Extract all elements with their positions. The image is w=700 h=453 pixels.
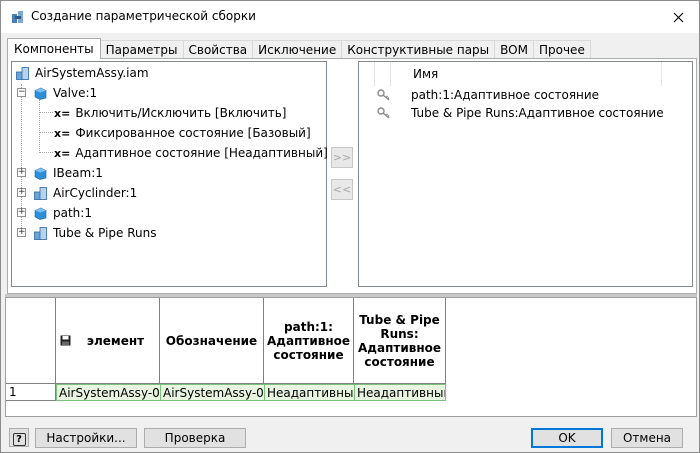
grid-cell-designation[interactable]: AirSystemAssy-01 [160, 384, 265, 401]
tree-item-aircyclinder[interactable]: AirCyclinder:1 [34, 184, 137, 202]
tab-components[interactable]: Компоненты [7, 38, 101, 59]
key-icon [377, 89, 390, 101]
parameter-icon: x= [54, 106, 71, 120]
tree-item-path[interactable]: path:1 [34, 204, 92, 222]
column-header-designation[interactable]: Обозначение [160, 298, 264, 384]
settings-button[interactable]: Настройки... [35, 428, 137, 448]
tree-item-label: Tube & Pipe Runs [53, 226, 157, 240]
expand-icon[interactable]: + [17, 228, 26, 237]
tab-parameters[interactable]: Параметры [99, 40, 184, 59]
list-header: Имя [359, 62, 692, 86]
tab-bom[interactable]: BOM [494, 40, 534, 59]
expand-icon[interactable]: + [17, 208, 26, 217]
assembly-icon [12, 11, 23, 23]
list-item-label: Tube & Pipe Runs:Адаптивное состояние [411, 106, 664, 120]
tab-properties[interactable]: Свойства [182, 40, 254, 59]
tab-strip: Компоненты Параметры Свойства Исключение… [7, 38, 591, 59]
part-cube-icon [34, 207, 47, 220]
list-item-label: path:1:Адаптивное состояние [411, 88, 600, 102]
tree-item-param[interactable]: x= Включить/Исключить [Включить] [54, 104, 286, 122]
tree-item-param[interactable]: x= Фиксированное состояние [Базовый] [54, 124, 311, 142]
tree-item-label: Фиксированное состояние [Базовый] [75, 126, 311, 140]
tree-item-tube-pipe[interactable]: Tube & Pipe Runs [34, 224, 156, 242]
remove-button[interactable]: << [331, 179, 353, 200]
title-bar: Создание параметрической сборки [1, 1, 699, 33]
part-cube-icon [34, 87, 47, 100]
key-icon [377, 107, 390, 119]
list-item[interactable]: path:1:Адаптивное состояние [377, 86, 599, 104]
row-header-corner [6, 298, 56, 384]
tree-root-item[interactable]: AirSystemAssy.iam [16, 64, 149, 82]
tab-suppression[interactable]: Исключение [252, 40, 343, 59]
assembly-icon [34, 226, 47, 240]
close-icon [673, 12, 683, 22]
list-item[interactable]: Tube & Pipe Runs:Адаптивное состояние [377, 104, 664, 122]
tree-item-label: Включить/Исключить [Включить] [75, 106, 287, 120]
cancel-button[interactable]: Отмена [611, 428, 683, 448]
save-icon [60, 335, 71, 346]
collapse-icon[interactable]: − [17, 88, 26, 97]
tree-item-label: Valve:1 [53, 86, 98, 100]
component-tree[interactable]: AirSystemAssy.iam − Valve:1 x= Включить/… [11, 61, 328, 287]
tree-item-label: Адаптивное состояние [Неадаптивный] [75, 146, 328, 160]
tree-item-param[interactable]: x= Адаптивное состояние [Неадаптивный] [54, 144, 328, 162]
part-cube-icon [34, 167, 47, 180]
member-grid[interactable]: элемент Обозначение path:1: Адаптивное с… [5, 297, 697, 417]
row-number: 1 [6, 384, 56, 401]
tree-item-valve[interactable]: Valve:1 [34, 84, 97, 102]
tab-other[interactable]: Прочее [532, 40, 591, 59]
verify-button[interactable]: Проверка [144, 428, 246, 448]
column-header-member[interactable]: элемент [56, 298, 160, 384]
tab-constraints[interactable]: Конструктивные пары [341, 40, 496, 59]
ok-button[interactable]: OK [531, 428, 603, 448]
tree-item-label: AirCyclinder:1 [53, 186, 138, 200]
assembly-icon [16, 66, 29, 80]
tree-item-label: IBeam:1 [53, 166, 103, 180]
selected-items-list[interactable]: Имя path:1:Адаптивное состояние Tube & P… [358, 61, 693, 287]
column-header-label: элемент [86, 333, 145, 348]
expand-icon[interactable]: + [17, 188, 26, 197]
help-icon: ? [12, 433, 26, 446]
column-header-name[interactable]: Имя [391, 62, 662, 86]
close-button[interactable] [665, 5, 691, 29]
grid-cell-member[interactable]: AirSystemAssy-01 [56, 384, 161, 401]
tree-item-label: AirSystemAssy.iam [35, 66, 149, 80]
grid-cell-path[interactable]: Неадаптивный [264, 384, 355, 401]
dialog-window: Создание параметрической сборки Компонен… [0, 0, 700, 453]
tree-item-label: path:1 [53, 206, 92, 220]
tree-item-ibeam[interactable]: IBeam:1 [34, 164, 103, 182]
parameter-icon: x= [54, 146, 71, 160]
grid-cell-tube-pipe[interactable]: Неадаптивный [354, 384, 446, 401]
parameter-icon: x= [54, 126, 71, 140]
help-button[interactable]: ? [9, 428, 29, 447]
window-title: Создание параметрической сборки [31, 9, 256, 23]
assembly-icon [34, 186, 47, 200]
column-header-path[interactable]: path:1: Адаптивное состояние [264, 298, 354, 384]
column-header-tube-pipe[interactable]: Tube & Pipe Runs: Адаптивное состояние [354, 298, 446, 384]
expand-icon[interactable]: + [17, 168, 26, 177]
add-button[interactable]: >> [331, 147, 353, 168]
